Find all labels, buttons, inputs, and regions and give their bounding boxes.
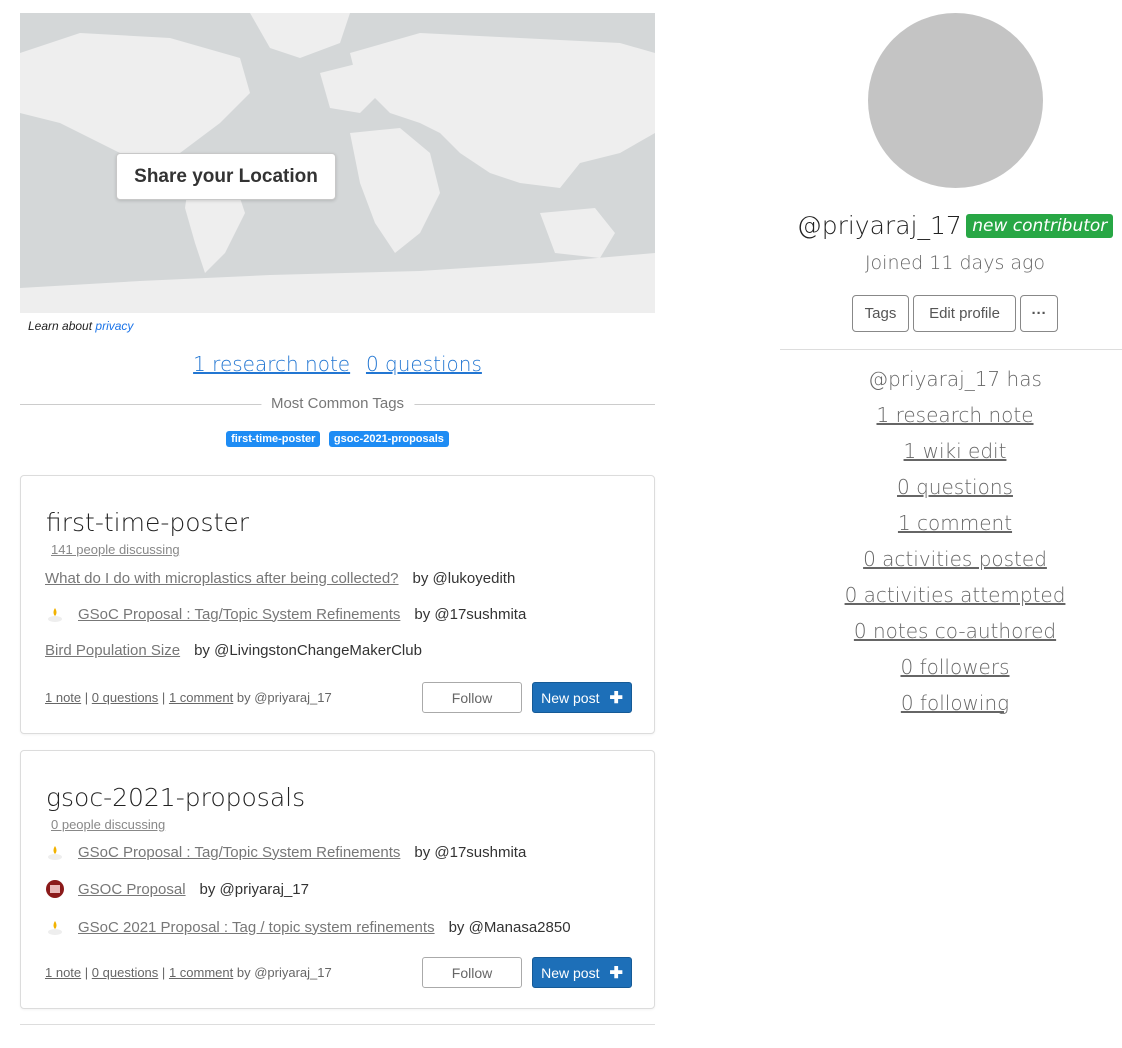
location-map[interactable]: Share your Location xyxy=(20,13,655,313)
joined-date: Joined 11 days ago xyxy=(864,252,1046,274)
post-link[interactable]: Bird Population Size xyxy=(45,642,180,659)
post-author: by @priyaraj_17 xyxy=(199,880,309,898)
footer-author: by @priyaraj_17 xyxy=(236,965,332,980)
post-row: What do I do with microplastics after be… xyxy=(45,570,515,587)
post-author: by @lukoyedith xyxy=(412,570,516,587)
post-row: GSoC 2021 Proposal : Tag / topic system … xyxy=(45,917,571,937)
common-tags-divider: Most Common Tags xyxy=(20,394,655,414)
stat-questions-link[interactable]: 0 questions xyxy=(780,472,1122,508)
tag-card-title[interactable]: first-time-poster xyxy=(46,508,249,537)
notes-count-link[interactable]: 1 note xyxy=(45,965,81,980)
more-options-button[interactable]: ··· xyxy=(1020,295,1058,332)
candle-icon xyxy=(45,842,65,862)
post-row: GSoC Proposal : Tag/Topic System Refinem… xyxy=(45,604,526,624)
people-discussing-link[interactable]: 141 people discussing xyxy=(51,542,180,557)
notes-count-link[interactable]: 1 note xyxy=(45,690,81,705)
post-link[interactable]: GSoC Proposal : Tag/Topic System Refinem… xyxy=(78,606,400,623)
post-link[interactable]: GSoC 2021 Proposal : Tag / topic system … xyxy=(78,919,435,936)
profile-name-row: @priyaraj_17 new contributor xyxy=(780,211,1122,240)
candle-icon xyxy=(45,604,65,624)
stat-comments-link[interactable]: 1 comment xyxy=(780,508,1122,544)
post-link[interactable]: What do I do with microplastics after be… xyxy=(45,570,399,587)
stat-research-notes-link[interactable]: 1 research note xyxy=(780,400,1122,436)
tag-card-footer: 1 note | 0 questions | 1 comment by @pri… xyxy=(45,690,332,705)
stat-activities-attempted-link[interactable]: 0 activities attempted xyxy=(780,580,1122,616)
plus-icon: ✚ xyxy=(609,689,623,707)
plus-icon: ✚ xyxy=(609,964,623,982)
privacy-prefix: Learn about xyxy=(28,319,93,333)
content-counts: 1 research note 0 questions xyxy=(20,352,655,377)
common-tags-list: first-time-poster gsoc-2021-proposals xyxy=(20,429,655,447)
separator: | xyxy=(161,965,166,980)
tag-chip-first-time-poster[interactable]: first-time-poster xyxy=(226,431,321,447)
profile-username: @priyaraj_17 xyxy=(796,211,962,240)
footer-author: by @priyaraj_17 xyxy=(236,690,332,705)
stat-followers-link[interactable]: 0 followers xyxy=(780,652,1122,688)
separator: | xyxy=(84,965,89,980)
stat-notes-coauthored-link[interactable]: 0 notes co-authored xyxy=(780,616,1122,652)
tags-button[interactable]: Tags xyxy=(852,295,909,332)
questions-count-link[interactable]: 0 questions xyxy=(92,690,159,705)
tag-chip-gsoc-2021-proposals[interactable]: gsoc-2021-proposals xyxy=(328,431,449,447)
privacy-link[interactable]: privacy xyxy=(95,319,133,333)
new-post-label: New post xyxy=(541,689,600,706)
comments-count-link[interactable]: 1 comment xyxy=(169,965,233,980)
profile-stats: @priyaraj_17 has 1 research note 1 wiki … xyxy=(780,364,1122,724)
new-contributor-badge: new contributor xyxy=(966,213,1114,238)
post-author: by @17sushmita xyxy=(414,843,527,861)
post-author: by @Manasa2850 xyxy=(448,918,571,936)
post-link[interactable]: GSOC Proposal xyxy=(78,881,186,898)
common-tags-label: Most Common Tags xyxy=(260,395,415,412)
stat-wiki-edits-link[interactable]: 1 wiki edit xyxy=(780,436,1122,472)
people-discussing-link[interactable]: 0 people discussing xyxy=(51,817,165,832)
research-notes-link[interactable]: 1 research note xyxy=(193,352,350,376)
questions-link[interactable]: 0 questions xyxy=(366,352,482,376)
tag-card-gsoc-2021-proposals: gsoc-2021-proposals 0 people discussing … xyxy=(20,750,655,1009)
post-row: GSoC Proposal : Tag/Topic System Refinem… xyxy=(45,842,526,862)
questions-count-link[interactable]: 0 questions xyxy=(92,965,159,980)
follow-button[interactable]: Follow xyxy=(422,682,522,713)
tag-card-title[interactable]: gsoc-2021-proposals xyxy=(46,783,305,812)
candle-icon xyxy=(45,917,65,937)
divider xyxy=(20,1024,655,1025)
stat-following-link[interactable]: 0 following xyxy=(780,688,1122,724)
new-post-button[interactable]: New post ✚ xyxy=(532,957,632,988)
stat-activities-posted-link[interactable]: 0 activities posted xyxy=(780,544,1122,580)
share-location-button[interactable]: Share your Location xyxy=(116,153,336,200)
stats-heading: @priyaraj_17 has xyxy=(868,367,1042,391)
avatar-icon xyxy=(45,879,65,899)
follow-button[interactable]: Follow xyxy=(422,957,522,988)
edit-profile-button[interactable]: Edit profile xyxy=(913,295,1016,332)
post-row: Bird Population Size by @LivingstonChang… xyxy=(45,642,422,659)
profile-divider xyxy=(780,349,1122,350)
tag-card-first-time-poster: first-time-poster 141 people discussing … xyxy=(20,475,655,734)
post-author: by @LivingstonChangeMakerClub xyxy=(194,642,422,659)
new-post-label: New post xyxy=(541,964,600,981)
tag-card-footer: 1 note | 0 questions | 1 comment by @pri… xyxy=(45,965,332,980)
privacy-note: Learn about privacy xyxy=(28,319,133,333)
new-post-button[interactable]: New post ✚ xyxy=(532,682,632,713)
post-author: by @17sushmita xyxy=(414,605,527,623)
post-row: GSOC Proposal by @priyaraj_17 xyxy=(45,879,309,899)
profile-avatar xyxy=(868,13,1043,188)
separator: | xyxy=(161,690,166,705)
comments-count-link[interactable]: 1 comment xyxy=(169,690,233,705)
separator: | xyxy=(84,690,89,705)
post-link[interactable]: GSoC Proposal : Tag/Topic System Refinem… xyxy=(78,844,400,861)
